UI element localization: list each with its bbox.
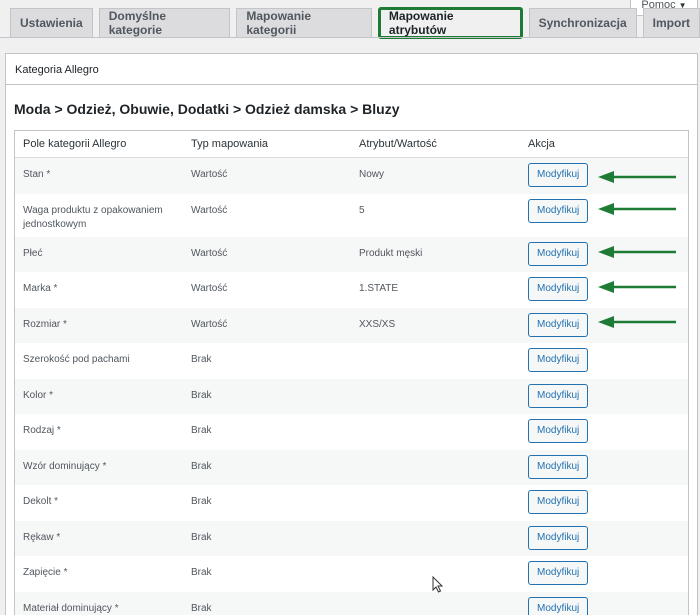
value-cell <box>351 521 520 557</box>
table-row: Dekolt * Brak Modyfikuj <box>15 485 688 521</box>
tab-mapowanie-atrybutow[interactable]: Mapowanie atrybutów <box>377 7 523 39</box>
table-row: Rodzaj * Brak Modyfikuj <box>15 414 688 450</box>
column-header-field: Pole kategorii Allegro <box>23 138 127 150</box>
field-cell: Rękaw * <box>23 531 61 543</box>
modify-button[interactable]: Modyfikuj <box>528 348 589 372</box>
tab-domyslne-kategorie[interactable]: Domyślne kategorie <box>98 8 231 37</box>
value-cell <box>351 343 520 379</box>
field-cell: Dekolt * <box>23 496 59 507</box>
action-cell: Modyfikuj <box>520 450 688 486</box>
modify-button[interactable]: Modyfikuj <box>528 383 589 408</box>
table-body: Stan * Wartość Nowy Modyfikuj Waga produktu … <box>15 158 688 615</box>
field-cell: Wzór dominujący * <box>23 460 107 472</box>
action-cell: Modyfikuj <box>520 592 688 615</box>
tab-bar: Ustawienia Domyślne kategorie Mapowanie … <box>10 7 700 39</box>
field-cell: Stan * <box>23 169 51 180</box>
panel-header: Kategoria Allegro <box>6 54 697 85</box>
category-breadcrumb: Moda > Odzież, Obuwie, Dodatki > Odzież … <box>14 101 400 117</box>
table-header-row: Pole kategorii Allegro Typ mapowania Atr… <box>15 131 688 158</box>
category-panel: Kategoria Allegro Moda > Odzież, Obuwie,… <box>5 53 698 615</box>
type-cell: Brak <box>191 496 212 507</box>
field-cell: Waga produktu z opakowaniem jednostkowym <box>23 204 163 230</box>
table-row: Wzór dominujący * Brak Modyfikuj <box>15 449 688 486</box>
type-cell: Wartość <box>191 247 228 259</box>
field-cell: Szerokość pod pachami <box>23 354 130 365</box>
table-row: Rozmiar * Wartość XXS/XS Modyfikuj <box>15 307 688 344</box>
attribute-mapping-table: Pole kategorii Allegro Typ mapowania Atr… <box>14 130 689 615</box>
table-row: Płeć Wartość Produkt męski Modyfikuj <box>15 236 688 273</box>
type-cell: Brak <box>191 354 212 365</box>
modify-button[interactable]: Modyfikuj <box>528 561 589 585</box>
tab-synchronizacja[interactable]: Synchronizacja <box>528 8 637 37</box>
modify-button[interactable]: Modyfikuj <box>528 454 589 479</box>
action-cell: Modyfikuj <box>520 556 688 592</box>
field-cell: Rozmiar * <box>23 318 67 330</box>
value-cell: 5 <box>359 204 365 216</box>
field-cell: Rodzaj * <box>23 425 61 436</box>
action-cell: Modyfikuj <box>520 272 688 308</box>
tab-divider <box>0 37 700 38</box>
action-cell: Modyfikuj <box>520 343 688 379</box>
table-row: Waga produktu z opakowaniem jednostkowym… <box>15 194 688 237</box>
value-cell <box>351 379 520 415</box>
action-cell: Modyfikuj <box>520 521 688 557</box>
value-cell: Produkt męski <box>359 247 423 259</box>
value-cell <box>351 450 520 486</box>
field-cell: Materiał dominujący * <box>23 602 119 614</box>
value-cell: XXS/XS <box>359 318 396 330</box>
modify-button[interactable]: Modyfikuj <box>528 163 589 187</box>
column-header-action: Akcja <box>528 138 555 150</box>
type-cell: Brak <box>191 460 212 472</box>
value-cell <box>351 592 520 615</box>
field-cell: Płeć <box>23 247 43 259</box>
column-header-type: Typ mapowania <box>191 138 269 150</box>
type-cell: Wartość <box>191 283 228 294</box>
action-cell: Modyfikuj <box>520 237 688 273</box>
action-cell: Modyfikuj <box>520 379 688 415</box>
tab-import[interactable]: Import <box>642 8 700 37</box>
table-row: Kolor * Brak Modyfikuj <box>15 378 688 415</box>
action-cell: Modyfikuj <box>520 194 688 237</box>
table-row: Materiał dominujący * Brak Modyfikuj <box>15 591 688 615</box>
modify-button[interactable]: Modyfikuj <box>528 198 589 223</box>
type-cell: Wartość <box>191 169 228 180</box>
type-cell: Brak <box>191 567 212 578</box>
modify-button[interactable]: Modyfikuj <box>528 525 589 550</box>
action-cell: Modyfikuj <box>520 485 688 521</box>
action-cell: Modyfikuj <box>520 158 688 194</box>
modify-button[interactable]: Modyfikuj <box>528 241 589 266</box>
table-row: Stan * Wartość Nowy Modyfikuj <box>15 158 688 194</box>
type-cell: Brak <box>191 531 212 543</box>
type-cell: Brak <box>191 389 212 401</box>
modify-button[interactable]: Modyfikuj <box>528 490 589 514</box>
table-row: Zapięcie * Brak Modyfikuj <box>15 556 688 592</box>
action-cell: Modyfikuj <box>520 414 688 450</box>
mouse-cursor-icon <box>432 576 444 593</box>
type-cell: Brak <box>191 602 212 614</box>
type-cell: Brak <box>191 425 212 436</box>
value-cell: Nowy <box>359 169 385 180</box>
modify-button[interactable]: Modyfikuj <box>528 419 589 443</box>
field-cell: Zapięcie * <box>23 567 68 578</box>
value-cell <box>351 414 520 450</box>
modify-button[interactable]: Modyfikuj <box>528 596 589 615</box>
type-cell: Wartość <box>191 204 228 216</box>
modify-button[interactable]: Modyfikuj <box>528 312 589 337</box>
modify-button[interactable]: Modyfikuj <box>528 277 589 301</box>
tab-ustawienia[interactable]: Ustawienia <box>10 8 93 37</box>
field-cell: Kolor * <box>23 389 54 401</box>
value-cell <box>351 485 520 521</box>
column-header-value: Atrybut/Wartość <box>359 138 437 150</box>
table-row: Szerokość pod pachami Brak Modyfikuj <box>15 343 688 379</box>
table-row: Rękaw * Brak Modyfikuj <box>15 520 688 557</box>
table-row: Marka * Wartość 1.STATE Modyfikuj <box>15 272 688 308</box>
value-cell: 1.STATE <box>359 283 399 294</box>
action-cell: Modyfikuj <box>520 308 688 344</box>
type-cell: Wartość <box>191 318 228 330</box>
tab-mapowanie-kategorii[interactable]: Mapowanie kategorii <box>236 8 372 37</box>
field-cell: Marka * <box>23 283 58 294</box>
